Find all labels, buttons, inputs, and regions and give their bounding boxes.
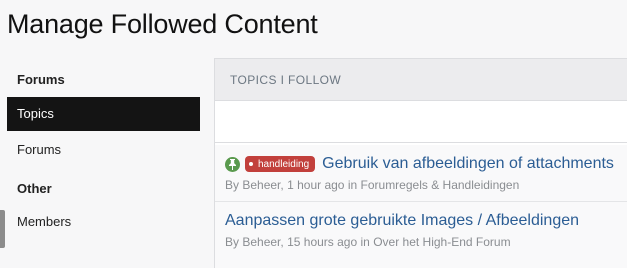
scroll-indicator[interactable] [0, 210, 5, 248]
sidebar-heading-forums: Forums [17, 72, 65, 87]
meta-in: in [360, 235, 370, 249]
topic-row: Aanpassen grote gebruikte Images / Afbee… [215, 202, 627, 268]
followed-topics-panel: TOPICS I FOLLOW handleiding Gebruik van … [214, 58, 627, 268]
topic-meta: By Beheer, 1 hour ago in Forumregels & H… [225, 178, 627, 192]
topic-title-link[interactable]: Gebruik van afbeeldingen of attachments [322, 155, 614, 173]
sidebar-item-topics[interactable]: Topics [7, 97, 200, 131]
sidebar-item-forums[interactable]: Forums [7, 133, 200, 167]
topic-time[interactable]: 1 hour ago [287, 178, 344, 192]
meta-comma: , [280, 178, 284, 192]
prefix-label: handleiding [258, 158, 310, 170]
topic-row: handleiding Gebruik van afbeeldingen of … [215, 145, 627, 202]
topic-meta: By Beheer, 15 hours ago in Over het High… [225, 235, 627, 249]
meta-in: in [347, 178, 358, 192]
meta-by: By [225, 235, 240, 249]
topic-author-link[interactable]: Beheer [242, 178, 280, 192]
panel-toolbar-area [215, 101, 627, 143]
prefix-badge[interactable]: handleiding [245, 156, 316, 172]
topic-title-link[interactable]: Aanpassen grote gebruikte Images / Afbee… [225, 212, 579, 230]
topic-forum-link[interactable]: Forumregels & Handleidingen [361, 178, 520, 192]
panel-header: TOPICS I FOLLOW [215, 59, 627, 101]
topic-forum-link[interactable]: Over het High-End Forum [373, 235, 510, 249]
badge-dot-icon [249, 162, 253, 166]
meta-comma: , [280, 235, 284, 249]
pin-icon [225, 156, 240, 172]
sidebar-item-members[interactable]: Members [7, 205, 200, 239]
topic-author-link[interactable]: Beheer [242, 235, 280, 249]
meta-by: By [225, 178, 240, 192]
sidebar-heading-other: Other [17, 181, 52, 196]
page-title: Manage Followed Content [7, 9, 318, 39]
topic-time[interactable]: 15 hours ago [287, 235, 357, 249]
